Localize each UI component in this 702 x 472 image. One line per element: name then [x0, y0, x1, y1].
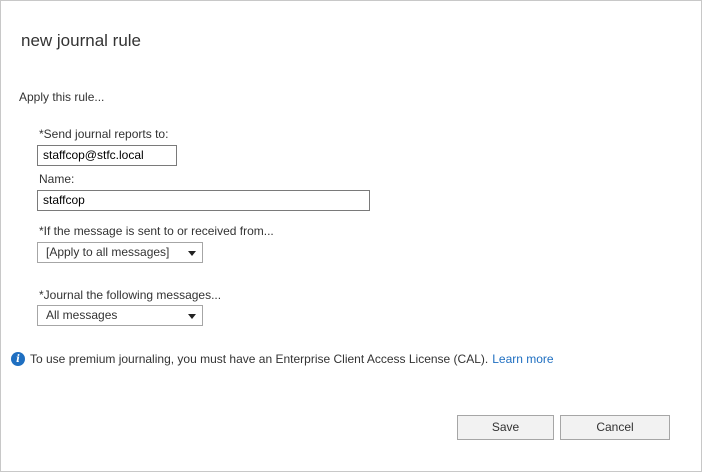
dialog-title: new journal rule: [21, 31, 142, 50]
chevron-down-icon: [188, 251, 196, 256]
recipient-select[interactable]: [Apply to all messages]: [37, 242, 203, 263]
chevron-down-icon: [188, 314, 196, 319]
recipient-select-value: [Apply to all messages]: [46, 245, 170, 259]
scope-select[interactable]: All messages: [37, 305, 203, 326]
new-journal-rule-dialog: new journal rule Apply this rule... *Sen…: [0, 0, 702, 472]
send-reports-input[interactable]: staffcop@stfc.local: [37, 145, 177, 166]
name-label: Name:: [39, 172, 75, 186]
save-button[interactable]: Save: [457, 415, 554, 440]
scope-label: *Journal the following messages...: [39, 288, 222, 302]
learn-more-link[interactable]: Learn more: [492, 352, 553, 366]
recipient-label: *If the message is sent to or received f…: [39, 224, 274, 238]
notice-text: To use premium journaling, you must have…: [30, 352, 489, 366]
premium-journaling-notice: i To use premium journaling, you must ha…: [11, 352, 554, 366]
name-input[interactable]: staffcop: [37, 190, 370, 211]
cancel-button[interactable]: Cancel: [560, 415, 670, 440]
send-reports-label: *Send journal reports to:: [39, 127, 169, 141]
apply-rule-label: Apply this rule...: [19, 90, 105, 104]
scope-select-value: All messages: [46, 308, 118, 322]
info-icon: i: [11, 352, 25, 366]
